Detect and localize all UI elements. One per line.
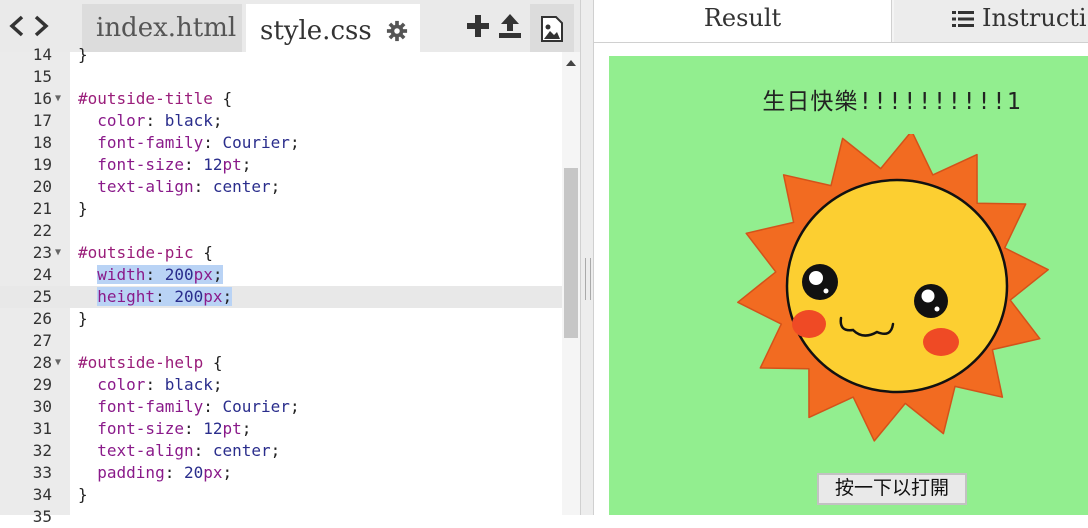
code-line[interactable]: 25 height: 200px; bbox=[0, 286, 562, 308]
code-line[interactable]: 24 width: 200px; bbox=[0, 264, 562, 286]
line-number: 15 bbox=[32, 67, 52, 86]
code-line[interactable]: 35 bbox=[0, 506, 562, 528]
line-number: 27 bbox=[32, 331, 52, 350]
code-line[interactable]: 15 bbox=[0, 66, 562, 88]
code-text: font-size: 12pt; bbox=[97, 155, 252, 174]
code-text: font-family: Courier; bbox=[97, 397, 300, 416]
code-line[interactable]: 34} bbox=[0, 484, 562, 506]
code-text: #outside-pic { bbox=[78, 243, 213, 262]
tab-label: Instructi bbox=[982, 4, 1087, 32]
code-line[interactable]: 30 font-family: Courier; bbox=[0, 396, 562, 418]
code-text: color: black; bbox=[97, 375, 223, 394]
code-text: } bbox=[78, 199, 88, 218]
result-pane: Result Instructi 生日快樂!!!!!!!!!!1 按一下以打開 bbox=[594, 0, 1088, 515]
code-text: padding: 20px; bbox=[97, 463, 233, 482]
scrollbar-thumb[interactable] bbox=[564, 168, 578, 338]
code-line[interactable]: 29 color: black; bbox=[0, 374, 562, 396]
line-number: 29 bbox=[32, 375, 52, 394]
line-number: 19 bbox=[32, 155, 52, 174]
code-line[interactable]: 22 bbox=[0, 220, 562, 242]
code-text: text-align: center; bbox=[97, 177, 281, 196]
result-tab-bar: Result Instructi bbox=[594, 0, 1088, 43]
code-line[interactable]: 19 font-size: 12pt; bbox=[0, 154, 562, 176]
line-number: 17 bbox=[32, 111, 52, 130]
code-line[interactable]: 33 padding: 20px; bbox=[0, 462, 562, 484]
smiling-sun-image bbox=[737, 134, 1049, 442]
code-text: font-family: Courier; bbox=[97, 133, 300, 152]
scroll-up-arrow-icon[interactable] bbox=[565, 58, 577, 68]
code-text: height: 200px; bbox=[97, 287, 233, 306]
code-line[interactable]: 17 color: black; bbox=[0, 110, 562, 132]
line-number: 26 bbox=[32, 309, 52, 328]
tab-instructions[interactable]: Instructi bbox=[894, 0, 1088, 42]
fold-arrow-icon[interactable]: ▼ bbox=[55, 88, 61, 110]
line-number: 33 bbox=[32, 463, 52, 482]
chevron-left-icon[interactable] bbox=[6, 11, 28, 41]
code-line[interactable]: 14} bbox=[0, 44, 562, 66]
line-number: 21 bbox=[32, 199, 52, 218]
code-editor-pane: index.html style.css 14} 15 16 ▼ #outsi… bbox=[0, 0, 580, 526]
pane-splitter[interactable] bbox=[580, 0, 594, 515]
upload-icon[interactable] bbox=[496, 12, 524, 40]
code-text: text-align: center; bbox=[97, 441, 281, 460]
open-button[interactable]: 按一下以打開 bbox=[817, 473, 967, 505]
code-text: width: 200px; bbox=[97, 265, 223, 284]
line-number: 31 bbox=[32, 419, 52, 438]
tab-label: index.html bbox=[96, 13, 237, 43]
page-title: 生日快樂!!!!!!!!!!1 bbox=[762, 89, 1022, 115]
line-number: 24 bbox=[32, 265, 52, 284]
code-line[interactable]: 20 text-align: center; bbox=[0, 176, 562, 198]
code-text: } bbox=[78, 309, 88, 328]
code-text: #outside-help { bbox=[78, 353, 223, 372]
code-line[interactable]: 27 bbox=[0, 330, 562, 352]
splitter-grip-icon[interactable] bbox=[585, 258, 591, 300]
plus-icon[interactable] bbox=[464, 12, 492, 40]
fold-arrow-icon[interactable]: ▼ bbox=[55, 352, 61, 374]
line-number: 16 bbox=[32, 89, 52, 108]
code-line[interactable]: 28 ▼ #outside-help { bbox=[0, 352, 562, 374]
line-number: 35 bbox=[32, 507, 52, 526]
result-preview: 生日快樂!!!!!!!!!!1 按一下以打開 bbox=[609, 56, 1088, 515]
code-line[interactable]: 18 font-family: Courier; bbox=[0, 132, 562, 154]
code-text: #outside-title { bbox=[78, 89, 233, 108]
code-text: color: black; bbox=[97, 111, 223, 130]
line-number: 23 bbox=[32, 243, 52, 262]
vertical-scrollbar[interactable] bbox=[562, 52, 580, 515]
list-icon bbox=[952, 11, 974, 27]
line-number: 28 bbox=[32, 353, 52, 372]
line-number: 20 bbox=[32, 177, 52, 196]
line-number: 34 bbox=[32, 485, 52, 504]
line-number: 14 bbox=[32, 45, 52, 64]
line-number: 32 bbox=[32, 441, 52, 460]
code-text: } bbox=[78, 485, 88, 504]
chevron-right-icon[interactable] bbox=[30, 11, 52, 41]
code-text: } bbox=[78, 45, 88, 64]
code-line[interactable]: 21} bbox=[0, 198, 562, 220]
code-area[interactable]: 14} 15 16 ▼ #outside-title {17 color: black;… bbox=[0, 45, 580, 526]
fold-arrow-icon[interactable]: ▼ bbox=[55, 242, 61, 264]
gear-icon[interactable] bbox=[386, 20, 408, 42]
code-line[interactable]: 32 text-align: center; bbox=[0, 440, 562, 462]
line-number: 18 bbox=[32, 133, 52, 152]
line-number: 25 bbox=[32, 287, 52, 306]
code-line[interactable]: 23 ▼ #outside-pic { bbox=[0, 242, 562, 264]
tab-label: style.css bbox=[260, 16, 372, 46]
code-line[interactable]: 26} bbox=[0, 308, 562, 330]
code-line[interactable]: 16 ▼ #outside-title { bbox=[0, 88, 562, 110]
tab-result[interactable]: Result bbox=[594, 0, 892, 42]
tab-label: Result bbox=[703, 4, 782, 32]
code-text: font-size: 12pt; bbox=[97, 419, 252, 438]
line-number: 30 bbox=[32, 397, 52, 416]
line-number: 22 bbox=[32, 221, 52, 240]
code-line[interactable]: 31 font-size: 12pt; bbox=[0, 418, 562, 440]
